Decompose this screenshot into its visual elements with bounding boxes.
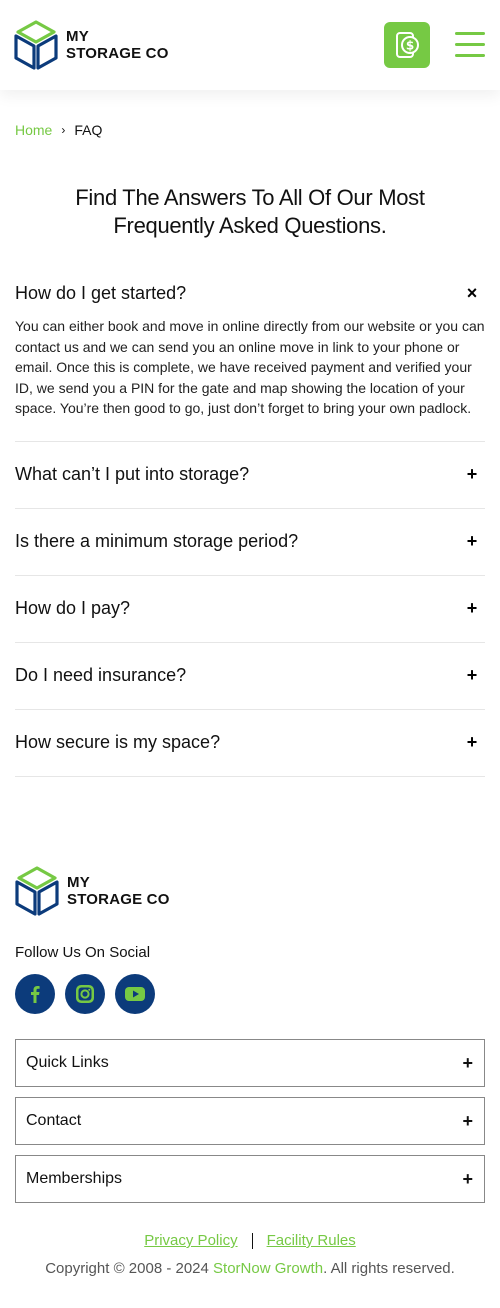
facebook-icon[interactable]	[15, 974, 55, 1014]
svg-text:$: $	[406, 39, 414, 53]
faq-item: Do I need insurance? +	[15, 643, 485, 710]
close-icon[interactable]: ×	[464, 283, 480, 304]
facility-rules-link[interactable]: Facility Rules	[267, 1232, 356, 1249]
faq-question: What can’t I put into storage?	[15, 464, 250, 485]
faq-item: How do I get started? × You can either b…	[15, 270, 485, 442]
breadcrumb-home-link[interactable]: Home	[15, 122, 52, 138]
breadcrumb-current: FAQ	[74, 122, 103, 138]
page-title: Find The Answers To All Of Our Most Freq…	[75, 185, 425, 238]
social-links	[15, 974, 165, 1014]
box-logo-icon	[14, 20, 58, 70]
plus-icon: +	[462, 1168, 473, 1189]
hamburger-menu-icon[interactable]	[455, 30, 485, 58]
youtube-icon[interactable]	[115, 974, 155, 1014]
faq-question: How do I get started?	[15, 282, 187, 303]
youtube-glyph	[125, 987, 145, 1001]
logo-line-2: STORAGE CO	[66, 45, 169, 62]
copyright-suffix: . All rights reserved.	[323, 1260, 455, 1277]
facebook-glyph	[31, 986, 40, 1003]
logo-line-1: MY	[66, 28, 89, 45]
plus-icon[interactable]: +	[464, 598, 480, 619]
privacy-policy-link[interactable]: Privacy Policy	[144, 1232, 237, 1249]
faq-item: Is there a minimum storage period? +	[15, 509, 485, 576]
payment-icon: $	[396, 32, 419, 58]
accordion-label: Contact	[26, 1112, 82, 1129]
faq-question-button[interactable]: Do I need insurance? +	[15, 643, 485, 709]
plus-icon: +	[462, 1052, 473, 1073]
footer-logo[interactable]: MY STORAGE CO	[15, 866, 170, 916]
faq-question: Is there a minimum storage period?	[15, 531, 299, 552]
site-header: MY STORAGE CO $	[0, 0, 500, 90]
accordion-contact[interactable]: Contact +	[15, 1097, 485, 1145]
logo-text: MY STORAGE CO	[67, 874, 170, 908]
faq-question-button[interactable]: Is there a minimum storage period? +	[15, 509, 485, 575]
instagram-glyph	[76, 985, 94, 1003]
faq-answer: You can either book and move in online d…	[15, 318, 485, 417]
plus-icon[interactable]: +	[464, 665, 480, 686]
faq-question-button[interactable]: What can’t I put into storage? +	[15, 442, 485, 508]
legal-links: Privacy Policy Facility Rules	[0, 1232, 500, 1249]
plus-icon: +	[462, 1110, 473, 1131]
instagram-icon[interactable]	[65, 974, 105, 1014]
faq-question: How secure is my space?	[15, 732, 221, 753]
plus-icon[interactable]: +	[464, 464, 480, 485]
faq-question-button[interactable]: How do I pay? +	[15, 576, 485, 642]
copyright-prefix: Copyright © 2008 - 2024	[45, 1260, 214, 1277]
logo-line-1: MY	[67, 874, 90, 891]
box-logo-icon	[15, 866, 59, 916]
chevron-right-icon: ›	[61, 123, 66, 137]
divider	[251, 1232, 253, 1249]
accordion-label: Quick Links	[26, 1054, 109, 1071]
faq-question: How do I pay?	[15, 598, 131, 619]
faq-question: Do I need insurance?	[15, 665, 187, 686]
pay-button[interactable]: $	[384, 22, 430, 68]
faq-question-button[interactable]: How secure is my space? +	[15, 710, 485, 776]
plus-icon[interactable]: +	[464, 732, 480, 753]
logo[interactable]: MY STORAGE CO	[14, 20, 169, 70]
faq-question-button[interactable]: How do I get started? ×	[15, 270, 485, 316]
faq-item: How secure is my space? +	[15, 710, 485, 777]
brand-link[interactable]: StorNow Growth	[213, 1260, 323, 1277]
faq-item: What can’t I put into storage? +	[15, 442, 485, 509]
follow-heading: Follow Us On Social	[15, 944, 151, 961]
accordion-label: Memberships	[26, 1170, 123, 1187]
plus-icon[interactable]: +	[464, 531, 480, 552]
accordion-quick-links[interactable]: Quick Links +	[15, 1039, 485, 1087]
accordion-memberships[interactable]: Memberships +	[15, 1155, 485, 1203]
faq-item: How do I pay? +	[15, 576, 485, 643]
logo-text: MY STORAGE CO	[66, 28, 169, 62]
faq-list: How do I get started? × You can either b…	[15, 270, 485, 777]
copyright: Copyright © 2008 - 2024 StorNow Growth. …	[0, 1260, 500, 1277]
logo-line-2: STORAGE CO	[67, 891, 170, 908]
breadcrumb: Home › FAQ	[15, 122, 102, 138]
